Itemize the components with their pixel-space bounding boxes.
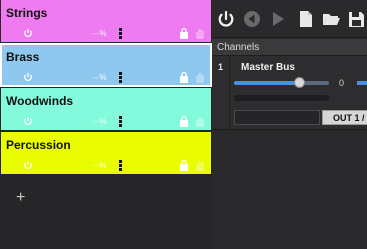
hand-icon[interactable] xyxy=(194,71,206,83)
rewind-icon[interactable] xyxy=(242,9,262,29)
track-brass[interactable]: Brass --% xyxy=(0,43,212,87)
lock-icon[interactable] xyxy=(179,159,189,171)
level-meter xyxy=(119,72,122,83)
pan-slider[interactable] xyxy=(357,81,367,85)
power-icon[interactable] xyxy=(216,9,236,29)
level-meter xyxy=(119,116,122,127)
channel-row[interactable]: 1 Master Bus 0 OUT 1 / xyxy=(212,56,367,130)
volume-slider[interactable] xyxy=(234,77,329,88)
volume-slider-fill xyxy=(234,81,299,85)
power-icon[interactable] xyxy=(23,28,33,38)
new-file-icon[interactable] xyxy=(296,9,316,29)
track-name: Strings xyxy=(6,6,48,20)
track-percussion[interactable]: Percussion --% xyxy=(1,132,211,174)
power-icon[interactable] xyxy=(23,72,33,82)
hand-icon[interactable] xyxy=(194,115,206,127)
track-name: Percussion xyxy=(6,138,71,152)
lock-icon[interactable] xyxy=(179,27,189,39)
divider xyxy=(229,56,230,130)
add-track-button[interactable]: + xyxy=(16,189,25,207)
track-name: Brass xyxy=(6,50,40,64)
track-strings[interactable]: Strings --% xyxy=(1,0,211,42)
volume-percent: --% xyxy=(93,29,107,38)
power-icon[interactable] xyxy=(23,116,33,126)
channels-header: Channels xyxy=(212,39,367,56)
tracks-panel: Strings --% Brass --% Woodwinds --% Perc… xyxy=(0,0,212,249)
lock-icon[interactable] xyxy=(179,71,189,83)
output-select[interactable]: OUT 1 / xyxy=(322,110,367,125)
level-meter xyxy=(234,95,329,101)
channels-panel: Channels 1 Master Bus 0 OUT 1 / xyxy=(212,0,367,249)
hand-icon[interactable] xyxy=(194,159,206,171)
volume-value: 0 xyxy=(339,78,345,88)
save-icon[interactable] xyxy=(346,9,366,29)
volume-percent: --% xyxy=(93,161,107,170)
channel-name: Master Bus xyxy=(241,62,295,73)
output-label: OUT 1 / xyxy=(333,113,365,123)
volume-percent: --% xyxy=(93,73,107,82)
channels-title: Channels xyxy=(217,42,260,53)
volume-percent: --% xyxy=(93,117,107,126)
track-woodwinds[interactable]: Woodwinds --% xyxy=(1,88,211,130)
level-meter xyxy=(119,160,122,171)
volume-slider-thumb[interactable] xyxy=(293,77,305,88)
channel-number: 1 xyxy=(218,62,224,72)
power-icon[interactable] xyxy=(23,160,33,170)
play-icon[interactable] xyxy=(268,9,288,29)
open-folder-icon[interactable] xyxy=(321,9,341,29)
hand-icon[interactable] xyxy=(194,27,206,39)
lock-icon[interactable] xyxy=(179,115,189,127)
toolbar xyxy=(212,0,367,38)
input-select[interactable] xyxy=(234,110,320,125)
track-name: Woodwinds xyxy=(6,94,74,108)
level-meter xyxy=(119,28,122,39)
